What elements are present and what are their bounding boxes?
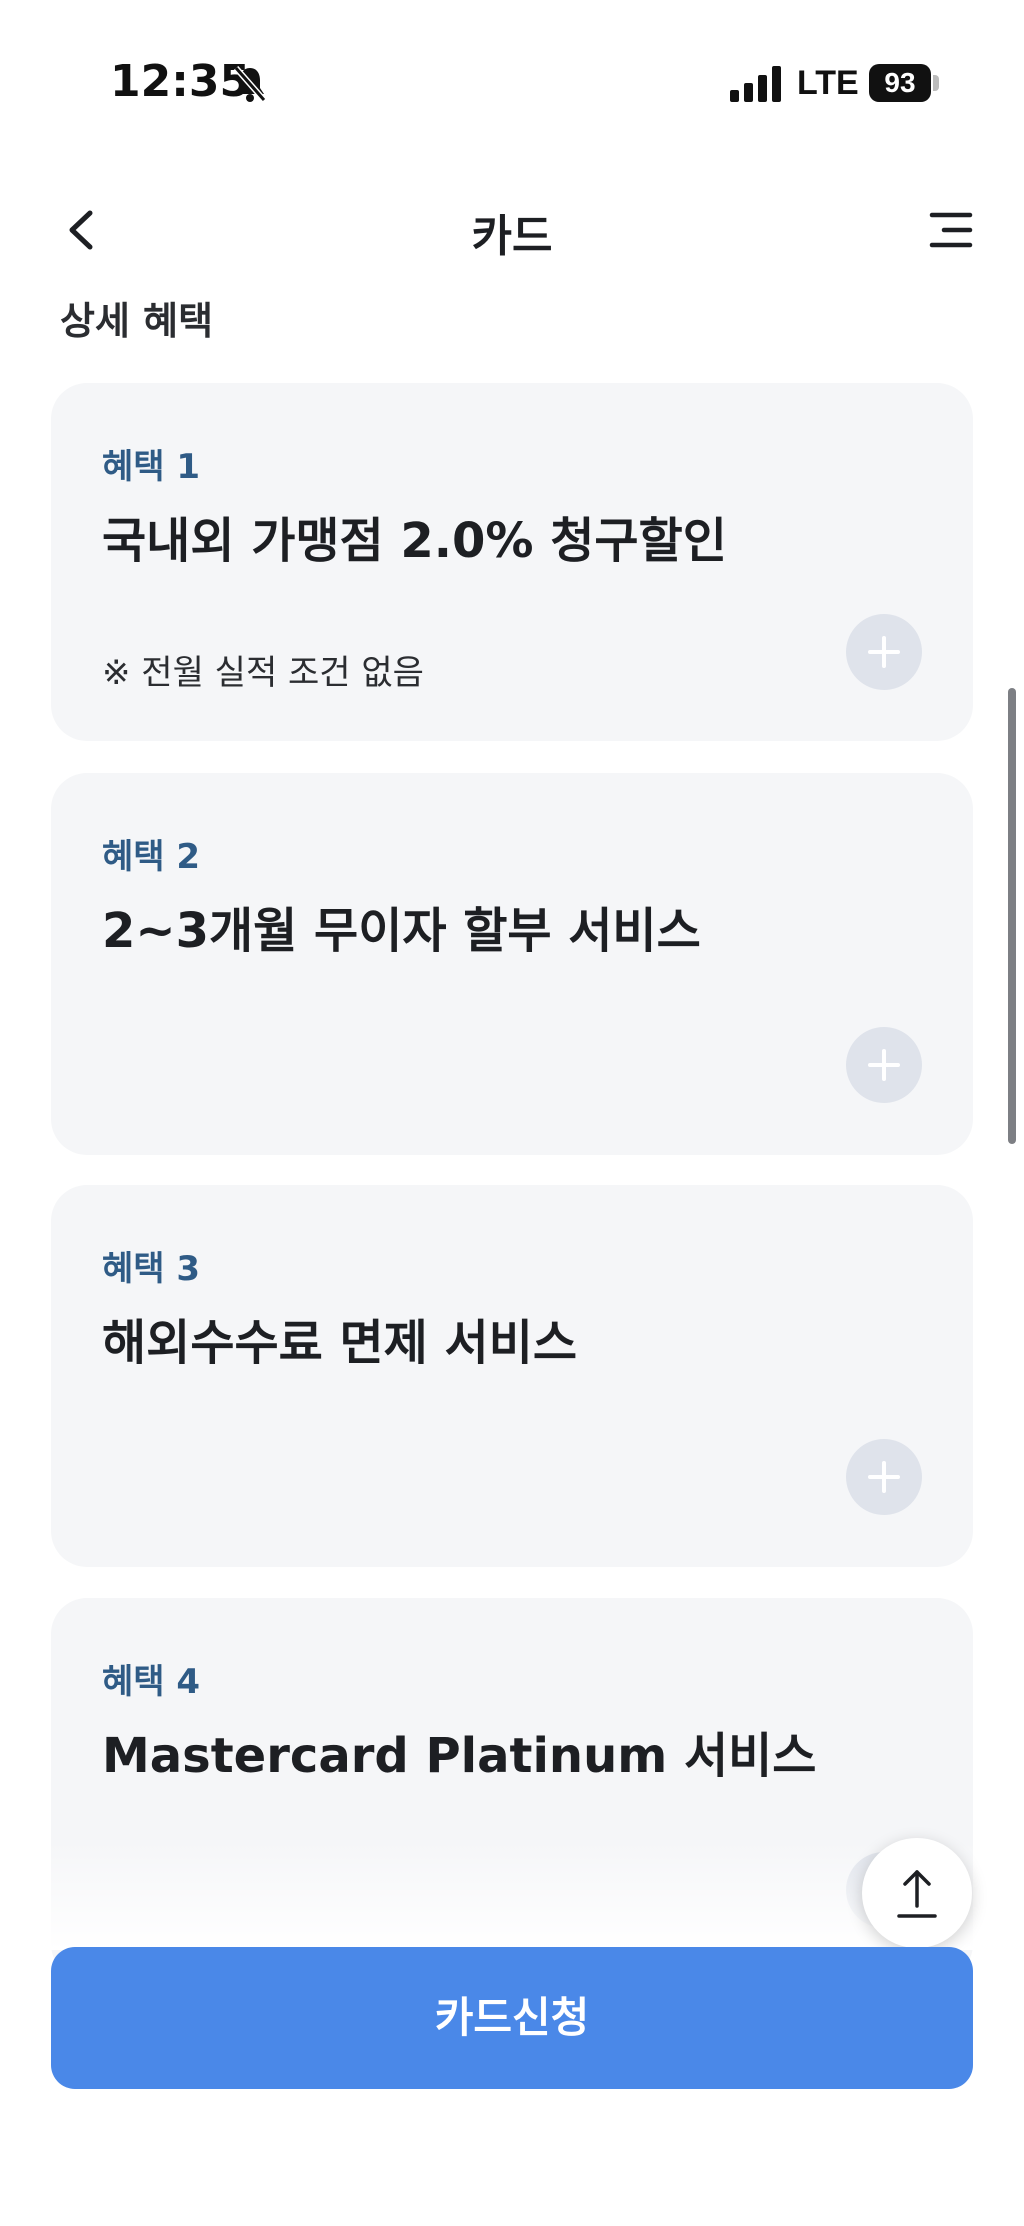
benefit-card-3[interactable]: 혜택 3 해외수수료 면제 서비스 <box>51 1185 973 1567</box>
section-title: 상세 혜택 <box>60 299 214 343</box>
expand-button[interactable] <box>846 1439 922 1515</box>
plus-icon <box>868 1461 900 1493</box>
battery-level: 93 <box>884 67 916 98</box>
page-title: 카드 <box>471 211 553 262</box>
arrow-up-icon <box>897 1870 937 1918</box>
apply-card-button[interactable]: 카드신청 <box>51 1947 973 2089</box>
menu-icon <box>929 212 973 248</box>
status-time: 12:35 <box>110 56 251 107</box>
expand-button[interactable] <box>846 1027 922 1103</box>
signal-icon <box>730 66 781 102</box>
benefit-title: 국내외 가맹점 2.0% 청구할인 <box>102 513 727 569</box>
battery-tip <box>933 75 939 91</box>
benefit-title: Mastercard Platinum 서비스 <box>102 1728 817 1784</box>
plus-icon <box>868 1049 900 1081</box>
benefit-label: 혜택 4 <box>102 1662 201 1702</box>
benefit-title: 2~3개월 무이자 할부 서비스 <box>102 903 701 959</box>
expand-button[interactable] <box>846 614 922 690</box>
bell-muted-icon <box>233 66 267 102</box>
benefit-card-1[interactable]: 혜택 1 국내외 가맹점 2.0% 청구할인 ※ 전월 실적 조건 없음 <box>51 383 973 741</box>
benefit-label: 혜택 1 <box>102 447 201 487</box>
benefit-note: ※ 전월 실적 조건 없음 <box>102 653 424 693</box>
status-bar: 12:35 LTE 93 <box>0 0 1024 170</box>
header: 카드 <box>0 180 1024 280</box>
network-label: LTE <box>797 64 859 102</box>
scrollbar[interactable] <box>1008 688 1016 1144</box>
benefit-title: 해외수수료 면제 서비스 <box>102 1315 578 1371</box>
scroll-to-top-button[interactable] <box>862 1838 972 1948</box>
battery-icon: 93 <box>869 64 931 102</box>
benefit-label: 혜택 3 <box>102 1249 201 1289</box>
benefit-label: 혜택 2 <box>102 837 201 877</box>
menu-button[interactable] <box>920 195 980 265</box>
plus-icon <box>868 636 900 668</box>
benefit-card-2[interactable]: 혜택 2 2~3개월 무이자 할부 서비스 <box>51 773 973 1155</box>
